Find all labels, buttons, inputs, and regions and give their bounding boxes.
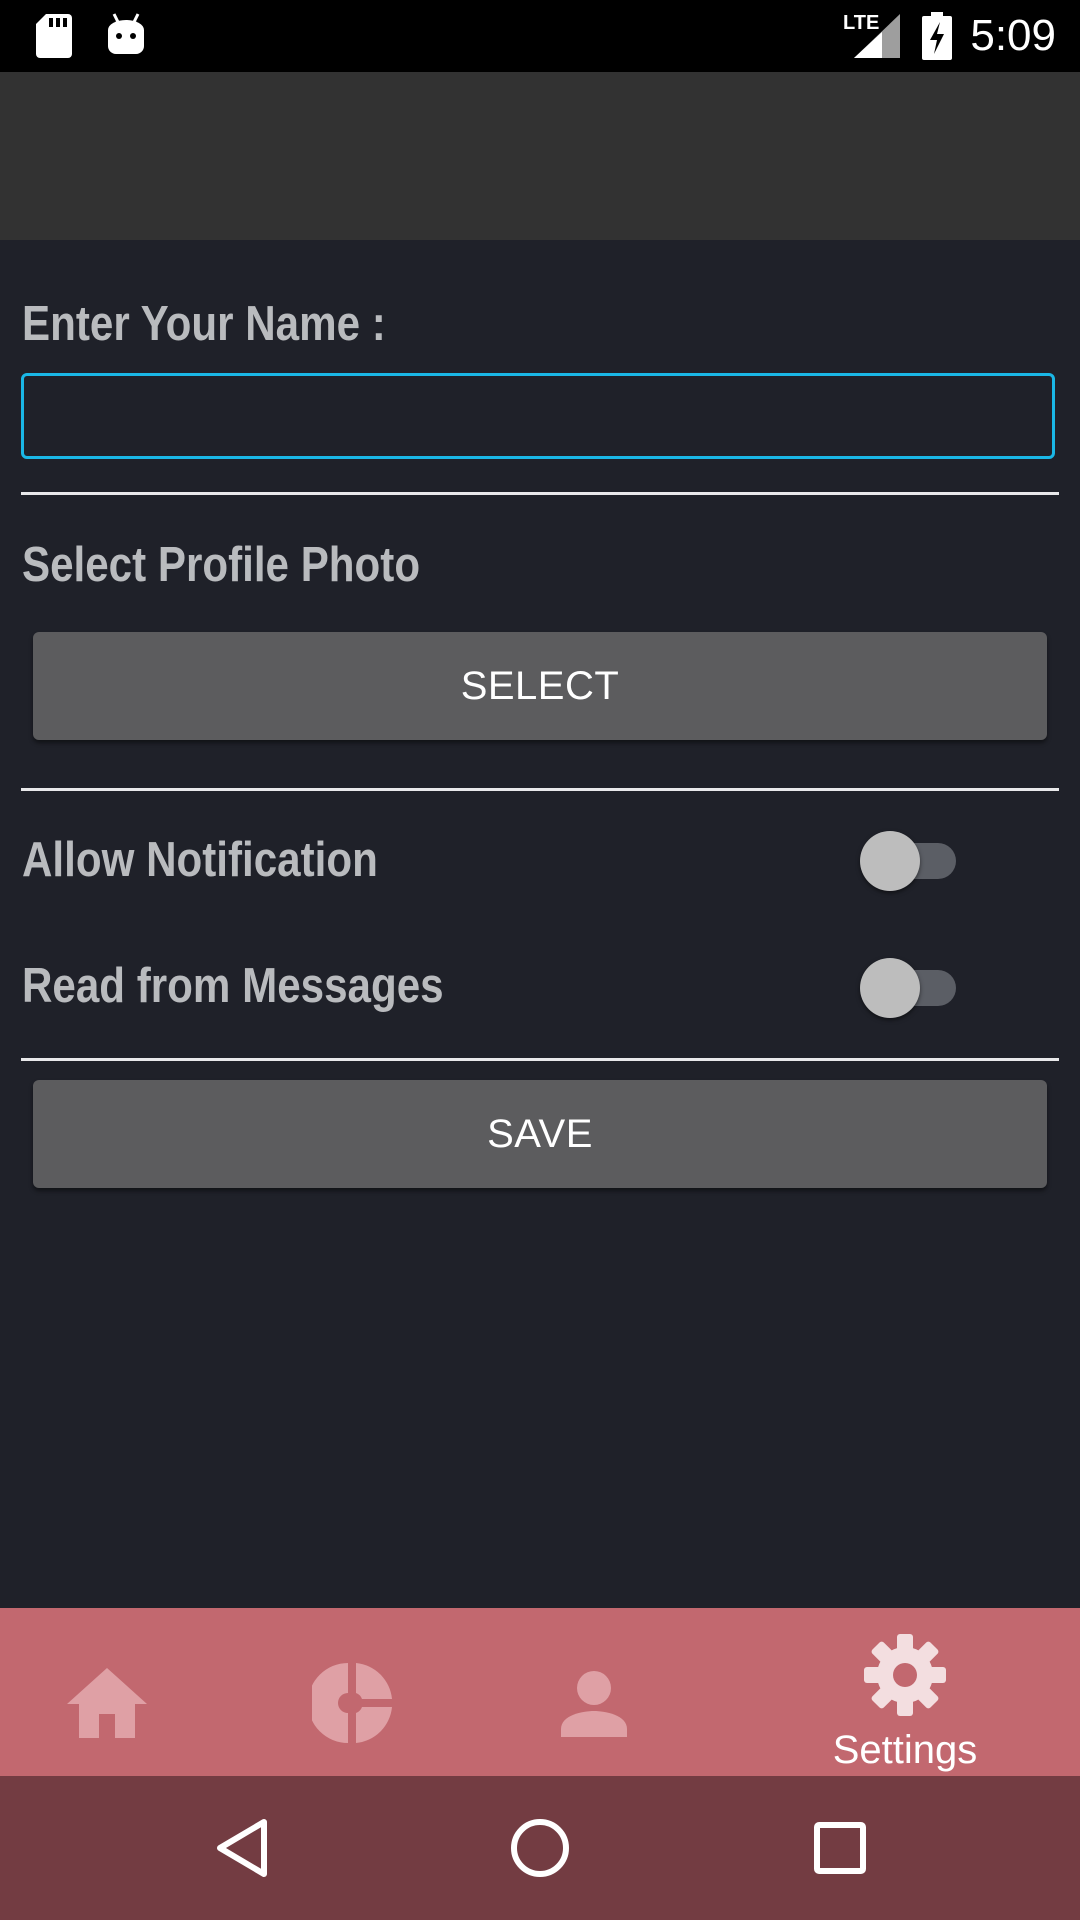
nav-item-settings[interactable]: Settings bbox=[800, 1608, 1010, 1776]
status-bar: LTE 5:09 bbox=[0, 0, 1080, 72]
allow-notification-toggle[interactable] bbox=[860, 831, 956, 891]
battery-charging-icon bbox=[922, 12, 952, 60]
divider bbox=[21, 788, 1059, 791]
app-toolbar bbox=[0, 72, 1080, 240]
divider bbox=[21, 1058, 1059, 1061]
allow-notification-label: Allow Notification bbox=[22, 833, 378, 887]
android-debug-icon bbox=[108, 13, 144, 54]
profile-photo-label: Select Profile Photo bbox=[22, 538, 421, 592]
gear-icon bbox=[864, 1634, 946, 1716]
system-navigation-bar bbox=[0, 1776, 1080, 1920]
toggle-thumb bbox=[860, 958, 920, 1018]
select-photo-button[interactable]: SELECT bbox=[33, 632, 1047, 740]
nav-item-home[interactable] bbox=[40, 1608, 175, 1776]
read-messages-toggle[interactable] bbox=[860, 958, 956, 1018]
read-messages-label: Read from Messages bbox=[22, 959, 444, 1013]
save-button[interactable]: SAVE bbox=[33, 1080, 1047, 1188]
recents-icon[interactable] bbox=[814, 1822, 866, 1874]
bottom-navigation: Settings bbox=[0, 1608, 1080, 1776]
clock: 5:09 bbox=[970, 11, 1056, 60]
home-icon bbox=[67, 1668, 147, 1738]
home-circle-icon[interactable] bbox=[510, 1818, 570, 1878]
person-icon bbox=[561, 1671, 627, 1737]
nav-item-dashboard[interactable] bbox=[285, 1608, 420, 1776]
back-icon[interactable] bbox=[214, 1818, 270, 1878]
name-label: Enter Your Name : bbox=[22, 297, 386, 351]
toggle-thumb bbox=[860, 831, 920, 891]
name-input[interactable] bbox=[21, 373, 1055, 459]
settings-label: Settings bbox=[832, 1728, 978, 1772]
lte-signal-icon bbox=[854, 14, 900, 58]
pie-chart-icon bbox=[312, 1663, 392, 1743]
nav-item-profile[interactable] bbox=[527, 1608, 662, 1776]
divider bbox=[21, 492, 1059, 495]
sd-card-icon bbox=[36, 14, 72, 58]
